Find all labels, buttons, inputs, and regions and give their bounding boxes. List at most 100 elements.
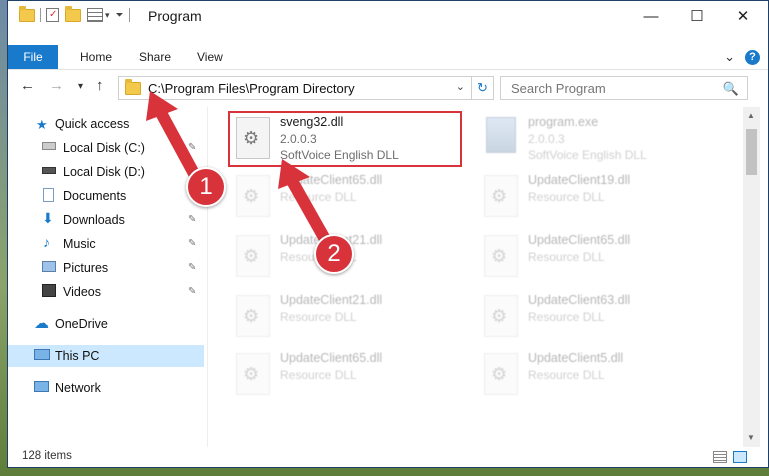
file-item[interactable]: ⚙ UpdateClient63.dll Resource DLL <box>478 291 708 343</box>
navigation-pane: ★ Quick access Local Disk (C:) ✎ Local D… <box>8 107 204 447</box>
properties-icon[interactable]: ✓ <box>46 8 59 22</box>
dll-file-icon: ⚙ <box>236 117 270 159</box>
status-bar: 128 items <box>8 447 768 467</box>
dll-file-icon: ⚙ <box>236 175 270 217</box>
sidebar-item-label: Videos <box>63 285 101 299</box>
sidebar-item-videos[interactable]: Videos ✎ <box>8 281 204 303</box>
search-input[interactable] <box>509 79 713 97</box>
details-view-icon[interactable] <box>713 451 727 463</box>
scroll-down-icon[interactable]: ▼ <box>747 433 755 442</box>
quick-access-toolbar: ✓ ▾ ⏷ <box>19 5 135 22</box>
file-item[interactable]: ⚙ UpdateClient65.dll Resource DLL <box>230 349 460 401</box>
vertical-scrollbar[interactable]: ▲ ▼ <box>743 107 760 447</box>
tab-file[interactable]: File <box>8 45 58 69</box>
folder-icon <box>125 78 141 95</box>
file-description: Resource DLL <box>280 310 357 324</box>
help-icon[interactable]: ? <box>745 49 760 65</box>
sidebar-item-label: Documents <box>63 189 127 203</box>
file-item[interactable]: ⚙ UpdateClient5.dll Resource DLL <box>478 349 708 401</box>
pin-icon: ✎ <box>188 142 197 153</box>
divider <box>128 8 130 22</box>
chevron-down-icon[interactable]: ⌄ <box>456 80 465 93</box>
title-bar: ✓ ▾ ⏷ Program — ☐ ✕ <box>8 1 768 31</box>
recent-locations-button[interactable]: ▾ <box>78 81 83 92</box>
file-item[interactable]: ⚙ UpdateClient65.dll Resource DLL <box>478 231 708 283</box>
divider <box>40 8 41 22</box>
tab-view[interactable]: View <box>197 50 223 64</box>
file-name: UpdateClient5.dll <box>528 351 624 365</box>
file-description: Resource DLL <box>528 250 605 264</box>
file-item[interactable]: ⚙ UpdateClient21.dll Resource DLL <box>230 291 460 343</box>
tab-home[interactable]: Home <box>80 50 112 64</box>
sidebar-item-music[interactable]: ♪ Music ✎ <box>8 233 204 255</box>
up-button[interactable]: ↑ <box>96 77 104 94</box>
file-name: UpdateClient65.dll <box>280 351 383 365</box>
file-description: Resource DLL <box>280 190 357 204</box>
sidebar-item-label: Local Disk (D:) <box>63 165 145 179</box>
sidebar-item-local-disk-d[interactable]: Local Disk (D:) <box>8 161 204 183</box>
search-icon[interactable]: 🔍 <box>723 81 739 97</box>
file-version: 2.0.0.3 <box>528 132 565 146</box>
address-bar[interactable]: C:\Program Files\Program Directory ⌄ <box>118 76 472 100</box>
sidebar-item-pictures[interactable]: Pictures ✎ <box>8 257 204 279</box>
large-icons-view-icon[interactable] <box>733 451 747 463</box>
sidebar-item-network[interactable]: Network <box>8 377 204 399</box>
file-item[interactable]: ⚙ UpdateClient19.dll Resource DLL <box>478 171 708 223</box>
sidebar-item-label: Quick access <box>55 117 130 131</box>
navigation-bar: ← → ▾ ↑ C:\Program Files\Program Directo… <box>8 73 768 103</box>
network-icon <box>34 381 49 392</box>
dll-file-icon: ⚙ <box>236 295 270 337</box>
sidebar-item-local-disk-c[interactable]: Local Disk (C:) ✎ <box>8 137 204 159</box>
callout-2: 2 <box>314 234 354 274</box>
file-name: UpdateClient63.dll <box>528 293 631 307</box>
file-description: SoftVoice English DLL <box>280 148 399 162</box>
back-button[interactable]: ← <box>20 77 35 94</box>
sidebar-item-label: OneDrive <box>55 317 108 331</box>
file-item[interactable]: ⚙ UpdateClient65.dll Resource DLL <box>230 171 460 223</box>
expand-ribbon-icon[interactable]: ⌄ <box>724 49 735 65</box>
file-description: Resource DLL <box>528 190 605 204</box>
tab-share[interactable]: Share <box>139 50 171 64</box>
sidebar-item-onedrive[interactable]: ☁ OneDrive <box>8 313 204 335</box>
pin-icon: ✎ <box>188 262 197 273</box>
minimize-button[interactable]: — <box>628 1 674 31</box>
address-path[interactable]: C:\Program Files\Program Directory <box>148 81 355 96</box>
scroll-up-icon[interactable]: ▲ <box>747 111 755 120</box>
window-title: Program <box>148 8 202 24</box>
dll-file-icon: ⚙ <box>236 235 270 277</box>
dll-file-icon: ⚙ <box>236 353 270 395</box>
item-count: 128 items <box>22 450 72 462</box>
drive-icon <box>42 142 56 150</box>
customize-icon[interactable] <box>87 8 103 22</box>
file-version: 2.0.0.3 <box>280 132 317 146</box>
file-name: UpdateClient19.dll <box>528 173 631 187</box>
new-folder-icon[interactable] <box>65 5 81 22</box>
star-icon: ★ <box>36 117 48 132</box>
sidebar-item-this-pc[interactable]: This PC <box>8 345 204 367</box>
download-icon: ⬇ <box>42 210 54 226</box>
file-item-program-exe[interactable]: program.exe 2.0.0.3 SoftVoice English DL… <box>478 113 708 165</box>
callout-1: 1 <box>186 167 226 207</box>
sidebar-item-documents[interactable]: Documents ✎ <box>8 185 204 207</box>
file-name: sveng32.dll <box>280 115 344 129</box>
close-button[interactable]: ✕ <box>720 1 766 31</box>
file-description: SoftVoice English DLL <box>528 148 647 162</box>
dll-file-icon: ⚙ <box>484 353 518 395</box>
forward-button[interactable]: → <box>49 77 64 94</box>
qa-menu-icon[interactable]: ⏷ <box>116 10 124 21</box>
file-item-sveng32[interactable]: ⚙ sveng32.dll 2.0.0.3 SoftVoice English … <box>228 111 462 167</box>
search-box[interactable]: 🔍 <box>500 76 748 100</box>
file-list: ⚙ sveng32.dll 2.0.0.3 SoftVoice English … <box>208 107 744 447</box>
dll-file-icon: ⚙ <box>484 295 518 337</box>
chevron-down-icon[interactable]: ▾ <box>105 10 110 21</box>
file-name: UpdateClient65.dll <box>280 173 383 187</box>
file-name: program.exe <box>528 115 599 129</box>
sidebar-item-quick-access[interactable]: ★ Quick access <box>8 113 204 135</box>
maximize-button[interactable]: ☐ <box>674 1 720 31</box>
folder-icon <box>19 5 35 22</box>
scroll-thumb[interactable] <box>746 129 757 175</box>
dll-file-icon: ⚙ <box>484 235 518 277</box>
sidebar-item-downloads[interactable]: ⬇ Downloads ✎ <box>8 209 204 231</box>
refresh-button[interactable]: ↻ <box>472 76 494 100</box>
sidebar-item-label: Downloads <box>63 213 125 227</box>
